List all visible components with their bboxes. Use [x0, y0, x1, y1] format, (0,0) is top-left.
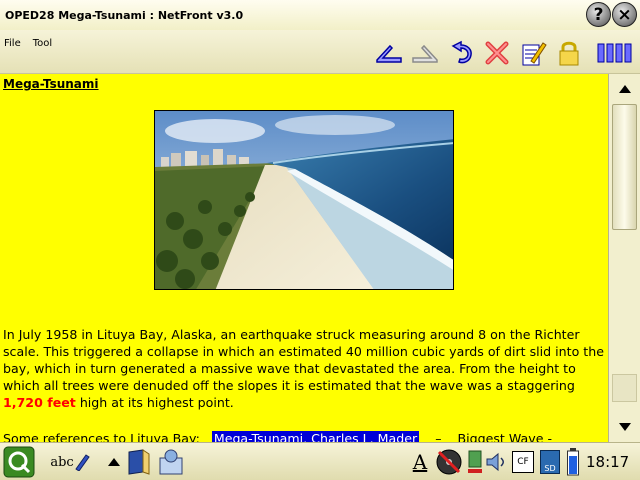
paragraph-text-before: In July 1958 in Lituya Bay, Alaska, an e… — [3, 327, 604, 393]
columns-view-icon — [597, 43, 632, 63]
volume-button[interactable] — [484, 446, 508, 478]
launcher-arrow-button[interactable] — [104, 446, 124, 478]
page-heading: Mega-Tsunami — [3, 77, 99, 91]
sd-label: SD — [544, 464, 556, 473]
network-button[interactable] — [464, 446, 486, 478]
reload-icon — [451, 40, 472, 64]
input-method-label: abc — [50, 454, 74, 470]
stop-icon — [485, 41, 509, 65]
article-paragraph: In July 1958 in Lituya Bay, Alaska, an e… — [3, 326, 607, 411]
lock-icon — [559, 41, 579, 66]
wave-height-highlight: 1,720 feet — [3, 395, 76, 410]
scroll-down-button[interactable] — [609, 414, 640, 440]
columns-view-button[interactable] — [596, 38, 636, 68]
forward-button[interactable] — [410, 38, 440, 68]
input-method-button[interactable]: abc — [48, 446, 92, 478]
arrow-down-icon — [618, 423, 631, 431]
media-button[interactable] — [434, 446, 464, 478]
q-logo-icon — [3, 446, 35, 478]
vertical-scrollbar[interactable] — [608, 74, 640, 442]
scroll-thumb[interactable] — [612, 104, 637, 230]
cf-label: CF — [517, 457, 529, 467]
help-button[interactable]: ? — [586, 2, 611, 27]
title-bar: OPED28 Mega-Tsunami : NetFront v3.0 ? × — [0, 0, 640, 30]
back-button[interactable] — [374, 38, 404, 68]
paragraph-text-after: high at its highest point. — [75, 395, 234, 410]
sd-card-icon: SD — [540, 450, 560, 474]
toolbar: File Tool — [0, 30, 640, 74]
reference-separator: – — [435, 431, 442, 442]
references-line: Some references to Lituya Bay: Mega-Tsun… — [3, 430, 608, 442]
forward-arrow-icon — [412, 44, 438, 63]
speaker-icon — [486, 452, 504, 472]
lock-button[interactable] — [554, 38, 584, 68]
edit-page-icon — [522, 42, 547, 66]
keyboard-button[interactable]: A — [406, 446, 434, 478]
cf-card-button[interactable]: CF — [510, 446, 536, 478]
sd-card-button[interactable]: SD — [538, 446, 562, 478]
app-launcher-book[interactable] — [124, 446, 154, 478]
reload-button[interactable] — [446, 38, 476, 68]
cf-card-icon: CF — [512, 451, 534, 473]
taskbar: abc A CF SD 18:17 — [0, 442, 640, 480]
keyboard-label: A — [412, 450, 428, 474]
menu-tool[interactable]: Tool — [33, 38, 52, 49]
pen-icon — [74, 454, 90, 471]
disc-no-icon — [436, 449, 462, 475]
start-button[interactable] — [2, 446, 36, 478]
menu-file[interactable]: File — [4, 38, 21, 49]
reference-link-biggest-wave[interactable]: Biggest Wave - — [458, 431, 553, 442]
scroll-up-button[interactable] — [609, 76, 640, 102]
clock[interactable]: 18:17 — [586, 453, 629, 471]
close-icon: × — [617, 4, 632, 25]
book-icon — [128, 449, 150, 475]
page-content: Mega-Tsunami In July 1958 in Lituya Bay,… — [0, 74, 608, 442]
app-launcher-user[interactable] — [156, 446, 186, 478]
battery-button[interactable] — [564, 446, 582, 478]
references-label: Some references to Lituya Bay: — [3, 431, 200, 442]
stop-button[interactable] — [482, 38, 512, 68]
edit-page-button[interactable] — [518, 38, 548, 68]
user-icon — [159, 449, 183, 475]
scroll-track[interactable] — [612, 374, 637, 402]
triangle-up-icon — [108, 458, 120, 466]
help-icon: ? — [593, 4, 604, 25]
battery-icon — [567, 448, 579, 476]
back-arrow-icon — [376, 44, 402, 63]
reference-link-mader[interactable]: Mega-Tsunami, Charles L. Mader — [211, 431, 420, 442]
menu-bar: File Tool — [4, 38, 52, 49]
window-title: OPED28 Mega-Tsunami : NetFront v3.0 — [5, 8, 244, 22]
close-button[interactable]: × — [612, 2, 637, 27]
beach-tsunami-photo — [154, 110, 454, 290]
network-icon — [468, 450, 482, 473]
arrow-up-icon — [618, 85, 631, 93]
